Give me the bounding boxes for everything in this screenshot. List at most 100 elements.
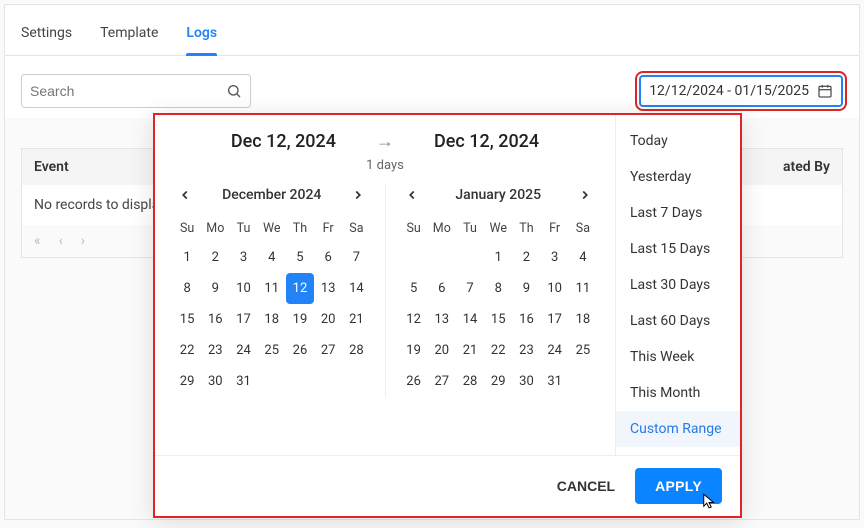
day-cell[interactable]: 20: [314, 304, 342, 335]
day-cell[interactable]: 30: [512, 366, 540, 397]
day-cell[interactable]: 23: [512, 335, 540, 366]
day-cell[interactable]: 13: [314, 273, 342, 304]
calendar-right: January 2025 SuMoTuWeThFrSa 123456789101…: [385, 183, 598, 397]
day-cell[interactable]: 6: [428, 273, 456, 304]
day-cell[interactable]: 29: [484, 366, 512, 397]
cancel-button[interactable]: CANCEL: [557, 478, 615, 494]
range-end: Dec 12, 2024: [434, 131, 539, 152]
day-cell[interactable]: 7: [456, 273, 484, 304]
preset-item[interactable]: Last 7 Days: [616, 195, 740, 231]
calendar-icon: [817, 83, 833, 99]
preset-item[interactable]: Last 60 Days: [616, 303, 740, 339]
day-cell[interactable]: 24: [229, 335, 257, 366]
preset-item[interactable]: Today: [616, 123, 740, 159]
day-cell[interactable]: 26: [286, 335, 314, 366]
day-cell[interactable]: 5: [400, 273, 428, 304]
day-cell[interactable]: 31: [229, 366, 257, 397]
day-cell[interactable]: 16: [201, 304, 229, 335]
search-input[interactable]: [30, 83, 226, 99]
search-box[interactable]: [21, 74, 251, 108]
dow-row-left: SuMoTuWeThFrSa: [173, 215, 371, 242]
day-cell[interactable]: 23: [201, 335, 229, 366]
pager-prev-icon[interactable]: ‹: [59, 233, 63, 249]
dow-cell: Fr: [314, 215, 342, 242]
day-cell[interactable]: 25: [258, 335, 286, 366]
day-cell[interactable]: 22: [484, 335, 512, 366]
day-cell[interactable]: 10: [541, 273, 569, 304]
day-cell[interactable]: 6: [314, 242, 342, 273]
day-cell[interactable]: 3: [541, 242, 569, 273]
day-cell[interactable]: 10: [229, 273, 257, 304]
day-cell[interactable]: 17: [541, 304, 569, 335]
day-cell[interactable]: 13: [428, 304, 456, 335]
day-cell[interactable]: 21: [456, 335, 484, 366]
range-start: Dec 12, 2024: [231, 131, 336, 152]
day-cell[interactable]: 2: [512, 242, 540, 273]
day-cell[interactable]: 14: [342, 273, 370, 304]
day-cell[interactable]: 4: [569, 242, 597, 273]
day-cell[interactable]: 31: [541, 366, 569, 397]
day-cell[interactable]: 19: [400, 335, 428, 366]
day-cell[interactable]: 4: [258, 242, 286, 273]
dow-cell: Su: [173, 215, 201, 242]
day-cell[interactable]: 28: [342, 335, 370, 366]
preset-item[interactable]: Yesterday: [616, 159, 740, 195]
day-cell[interactable]: 19: [286, 304, 314, 335]
apply-button[interactable]: APPLY: [635, 468, 722, 504]
day-cell[interactable]: 12: [400, 304, 428, 335]
day-cell[interactable]: 15: [484, 304, 512, 335]
prev-month-left-icon[interactable]: [173, 183, 197, 207]
tab-logs[interactable]: Logs: [186, 17, 217, 55]
day-cell[interactable]: 8: [173, 273, 201, 304]
day-cell[interactable]: 18: [569, 304, 597, 335]
day-cell[interactable]: 1: [484, 242, 512, 273]
day-cell[interactable]: 28: [456, 366, 484, 397]
day-cell[interactable]: 15: [173, 304, 201, 335]
day-cell[interactable]: 24: [541, 335, 569, 366]
weeks-right: 1234567891011121314151617181920212223242…: [400, 242, 598, 397]
preset-item[interactable]: Custom Range: [616, 411, 740, 447]
tab-template[interactable]: Template: [100, 17, 158, 55]
day-cell[interactable]: 25: [569, 335, 597, 366]
day-cell[interactable]: 1: [173, 242, 201, 273]
day-cell[interactable]: 14: [456, 304, 484, 335]
day-cell[interactable]: 9: [201, 273, 229, 304]
day-cell[interactable]: 12: [286, 273, 314, 304]
tab-settings[interactable]: Settings: [21, 17, 72, 55]
day-cell[interactable]: 5: [286, 242, 314, 273]
day-cell[interactable]: 7: [342, 242, 370, 273]
day-cell[interactable]: 18: [258, 304, 286, 335]
day-cell[interactable]: 30: [201, 366, 229, 397]
day-cell[interactable]: 26: [400, 366, 428, 397]
day-cell[interactable]: 20: [428, 335, 456, 366]
day-cell[interactable]: 29: [173, 366, 201, 397]
day-cell[interactable]: 17: [229, 304, 257, 335]
preset-item[interactable]: This Month: [616, 375, 740, 411]
day-cell[interactable]: 16: [512, 304, 540, 335]
search-icon[interactable]: [226, 83, 242, 99]
day-cell[interactable]: 27: [314, 335, 342, 366]
date-range-chip[interactable]: 12/12/2024 - 01/15/2025: [639, 75, 843, 107]
day-cell[interactable]: 9: [512, 273, 540, 304]
dow-cell: Th: [512, 215, 540, 242]
date-range-popup: Dec 12, 2024 → Dec 12, 2024 1 days Decem…: [153, 113, 742, 518]
pager-next-icon[interactable]: ›: [81, 233, 85, 249]
day-cell[interactable]: 11: [569, 273, 597, 304]
preset-item[interactable]: Last 30 Days: [616, 267, 740, 303]
day-cell[interactable]: 3: [229, 242, 257, 273]
day-cell[interactable]: 27: [428, 366, 456, 397]
dow-cell: Su: [400, 215, 428, 242]
preset-item[interactable]: Last 15 Days: [616, 231, 740, 267]
day-cell[interactable]: 11: [258, 273, 286, 304]
month-right-title: January 2025: [455, 187, 541, 203]
next-month-right-icon[interactable]: [573, 183, 597, 207]
dow-cell: Mo: [428, 215, 456, 242]
day-cell[interactable]: 22: [173, 335, 201, 366]
next-month-left-icon[interactable]: [346, 183, 370, 207]
preset-item[interactable]: This Week: [616, 339, 740, 375]
day-cell[interactable]: 2: [201, 242, 229, 273]
pager-first-icon[interactable]: «: [34, 233, 41, 249]
day-cell[interactable]: 21: [342, 304, 370, 335]
day-cell[interactable]: 8: [484, 273, 512, 304]
prev-month-right-icon[interactable]: [400, 183, 424, 207]
